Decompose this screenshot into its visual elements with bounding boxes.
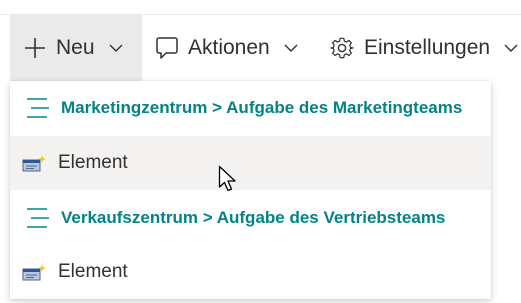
new-button-label: Neu (56, 36, 95, 59)
actions-button-label: Aktionen (188, 36, 270, 59)
menu-item-label: Element (58, 152, 128, 173)
element-icon (22, 263, 48, 288)
menu-item-element[interactable]: Element (10, 245, 491, 299)
chat-icon (156, 36, 178, 60)
chevron-down-icon (504, 43, 518, 53)
gear-icon (330, 36, 354, 60)
menu-group-header: Verkaufszentrum > Aufgabe des Vertriebst… (10, 191, 491, 245)
settings-button[interactable]: Einstellungen (330, 15, 518, 81)
menu-group-title: Marketingzentrum > Aufgabe des Marketing… (61, 98, 463, 117)
menu-group-title: Verkaufszentrum > Aufgabe des Vertriebst… (61, 208, 446, 227)
new-button[interactable]: Neu (10, 15, 142, 81)
list-icon (26, 207, 50, 234)
list-icon (26, 97, 50, 124)
menu-group-header: Marketingzentrum > Aufgabe des Marketing… (10, 81, 491, 135)
menu-item-label: Element (58, 261, 128, 282)
chevron-down-icon (109, 43, 123, 53)
settings-button-label: Einstellungen (364, 36, 491, 59)
new-item-menu: Marketingzentrum > Aufgabe des Marketing… (10, 81, 491, 299)
mouse-cursor (218, 165, 238, 198)
element-icon (22, 154, 48, 179)
menu-item-element[interactable]: Element (10, 136, 491, 190)
actions-button[interactable]: Aktionen (156, 15, 298, 81)
chevron-down-icon (284, 43, 298, 53)
command-bar: Neu Aktionen Einstellungen (0, 15, 521, 81)
plus-icon (24, 37, 46, 59)
